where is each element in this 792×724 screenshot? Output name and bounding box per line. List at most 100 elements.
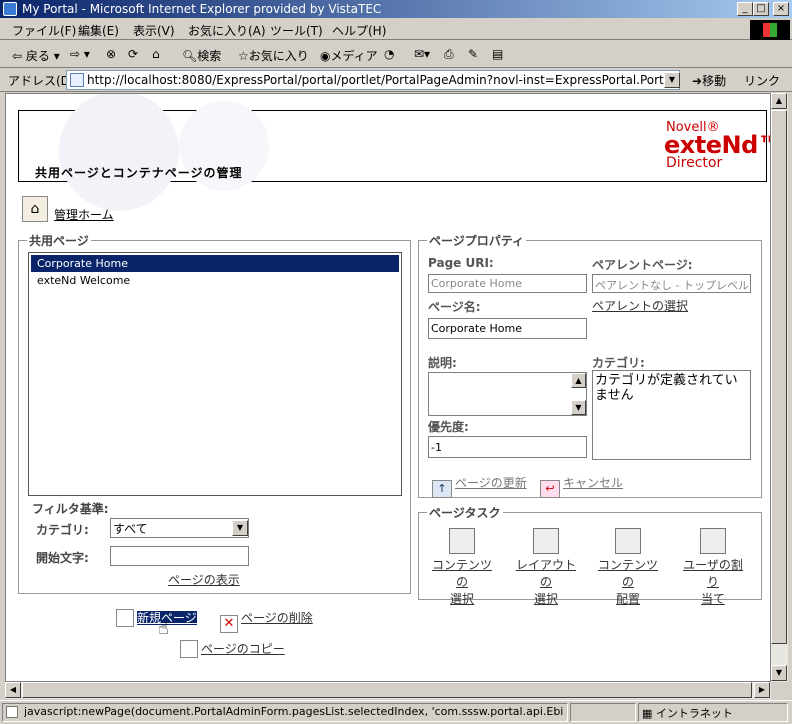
menu-tools[interactable]: ツール(T) [270,22,323,39]
shared-pages-list[interactable]: Corporate Home exteNd Welcome [28,252,402,496]
go-button[interactable]: ➜移動 [692,72,726,89]
back-arrow-icon: ⇦ [12,49,23,63]
intranet-icon: ▦ [642,707,653,720]
window-title: My Portal - Microsoft Internet Explorer … [22,2,382,16]
copy-icon [180,640,198,658]
filter-label: フィルタ基準: [32,502,109,516]
scroll-up-icon[interactable]: ▲ [771,93,787,109]
toolbar: ⇦ 戻る ▾ ⇨ ▾ ⊗ ⟳ ⌂ 🔍︎検索 ☆お気に入り ◉メディア ◔ ✉▾ … [0,41,792,68]
mail-icon[interactable]: ✉▾ [414,47,430,61]
page-tasks-legend: ページタスク [429,506,501,520]
scroll-left-icon[interactable]: ◀ [5,682,21,698]
print-icon[interactable]: ⎙ [444,47,454,62]
media-button[interactable]: ◉メディア [320,47,378,64]
task-place-content[interactable]: コンテンツの 配置 [596,528,660,607]
category-select[interactable]: すべて ▼ [110,518,249,538]
portal-banner: 共用ページとコンテナページの管理 Novell® exteNd™ Directo… [18,94,770,211]
update-icon: ↑ [432,480,452,498]
menu-help[interactable]: ヘルプ(H) [332,22,386,39]
forward-arrow-icon: ⇨ [70,47,81,61]
home-icon[interactable]: ⌂ [152,47,160,61]
new-page-action[interactable]: 新規ページ [116,609,197,627]
page-name-label: ページ名: [428,300,481,314]
textarea-scroll-down-icon[interactable]: ▼ [571,400,586,415]
textarea-scroll-up-icon[interactable]: ▲ [571,373,586,388]
delete-page-action[interactable]: ✕ ページの削除 [220,609,313,633]
favorites-icon: ☆ [238,49,249,63]
history-icon[interactable]: ◔ [384,47,394,61]
vertical-scrollbar[interactable]: ▲ ▼ [771,93,788,682]
page-icon [70,73,84,87]
update-page-action[interactable]: ↑ ページの更新 [432,474,527,498]
links-button[interactable]: リンク [744,72,780,89]
ie-icon [3,2,17,16]
address-input[interactable]: http://localhost:8080/ExpressPortal/port… [66,70,680,90]
menu-edit[interactable]: 編集(E) [78,22,119,39]
task-select-content[interactable]: コンテンツの 選択 [430,528,494,607]
copy-page-link[interactable]: ページのコピー [201,642,285,656]
horizontal-scrollbar[interactable]: ◀ ▶ [5,682,771,699]
maximize-icon[interactable]: □ [753,2,769,16]
page-viewport: 共用ページとコンテナページの管理 Novell® exteNd™ Directo… [5,93,771,682]
page-name-input[interactable]: Corporate Home [428,318,587,339]
category-dropdown-icon[interactable]: ▼ [232,520,248,536]
edit-icon[interactable]: ✎ [468,47,478,61]
new-page-icon [116,609,134,627]
status-page-icon [6,706,18,718]
discuss-icon[interactable]: ▤ [492,47,503,61]
update-page-link[interactable]: ページの更新 [455,476,527,490]
address-bar: アドレス(D) http://localhost:8080/ExpressPor… [0,68,792,92]
copy-page-action[interactable]: ページのコピー [180,640,285,658]
description-label: 説明: [428,356,457,370]
menu-view[interactable]: 表示(V) [133,22,175,39]
forward-button[interactable]: ⇨ ▾ [70,47,90,61]
task-assign-users[interactable]: ユーザの割り 当て [678,528,748,607]
assign-users-icon [700,528,726,554]
parent-page-label: ペアレントページ: [592,258,693,272]
minimize-icon[interactable]: _ [737,2,753,16]
vertical-scroll-thumb[interactable] [771,110,787,644]
banner-gear-graphic [59,94,179,211]
select-parent-link[interactable]: ペアレントの選択 [592,297,688,314]
cancel-icon: ↩ [540,480,560,498]
status-text: javascript:newPage(document.PortalAdminF… [24,705,564,718]
admin-home-icon[interactable]: ⌂ [22,196,48,222]
menu-file[interactable]: ファイル(F) [12,22,76,39]
page-title: 共用ページとコンテナページの管理 [35,166,243,180]
priority-input[interactable]: -1 [428,436,587,458]
stop-icon[interactable]: ⊗ [106,47,116,61]
page-uri-label: Page URI: [428,256,494,270]
title-bar: My Portal - Microsoft Internet Explorer … [0,0,792,18]
refresh-icon[interactable]: ⟳ [128,47,138,61]
search-icon: 🔍︎ [182,49,198,63]
go-arrow-icon: ➜ [692,74,703,88]
admin-home-link[interactable]: 管理ホーム [54,206,114,223]
category-label: カテゴリ: [592,356,645,370]
delete-icon: ✕ [220,615,238,633]
address-dropdown-icon[interactable]: ▼ [664,72,680,88]
scroll-down-icon[interactable]: ▼ [771,665,787,681]
category-list[interactable]: カテゴリが定義されていません [592,370,751,460]
start-char-input[interactable] [110,546,249,566]
list-item-extend-welcome[interactable]: exteNd Welcome [31,274,399,287]
close-icon[interactable]: × [773,2,789,16]
place-content-icon [615,528,641,554]
list-item-corporate-home[interactable]: Corporate Home [31,255,399,272]
cancel-action[interactable]: ↩ キャンセル [540,474,623,498]
hand-cursor-icon: ☝ [158,618,169,639]
show-pages-link[interactable]: ページの表示 [168,571,240,588]
menu-favorites[interactable]: お気に入り(A) [188,22,266,39]
favorites-button[interactable]: ☆お気に入り [238,47,309,64]
description-textarea[interactable]: ▲ ▼ [428,372,587,416]
cancel-link[interactable]: キャンセル [563,476,623,490]
horizontal-scroll-thumb[interactable] [22,682,752,698]
delete-page-link[interactable]: ページの削除 [241,611,313,625]
status-bar: javascript:newPage(document.PortalAdminF… [0,700,792,724]
task-select-layout[interactable]: レイアウトの 選択 [514,528,578,607]
back-button[interactable]: ⇦ 戻る ▾ [12,47,60,64]
search-button[interactable]: 🔍︎検索 [182,47,221,64]
page-uri-field: Corporate Home [428,274,587,293]
shared-pages-legend: 共用ページ [29,234,89,248]
parent-page-field: ペアレントなし - トップレベル [592,274,751,293]
scroll-right-icon[interactable]: ▶ [754,682,770,698]
